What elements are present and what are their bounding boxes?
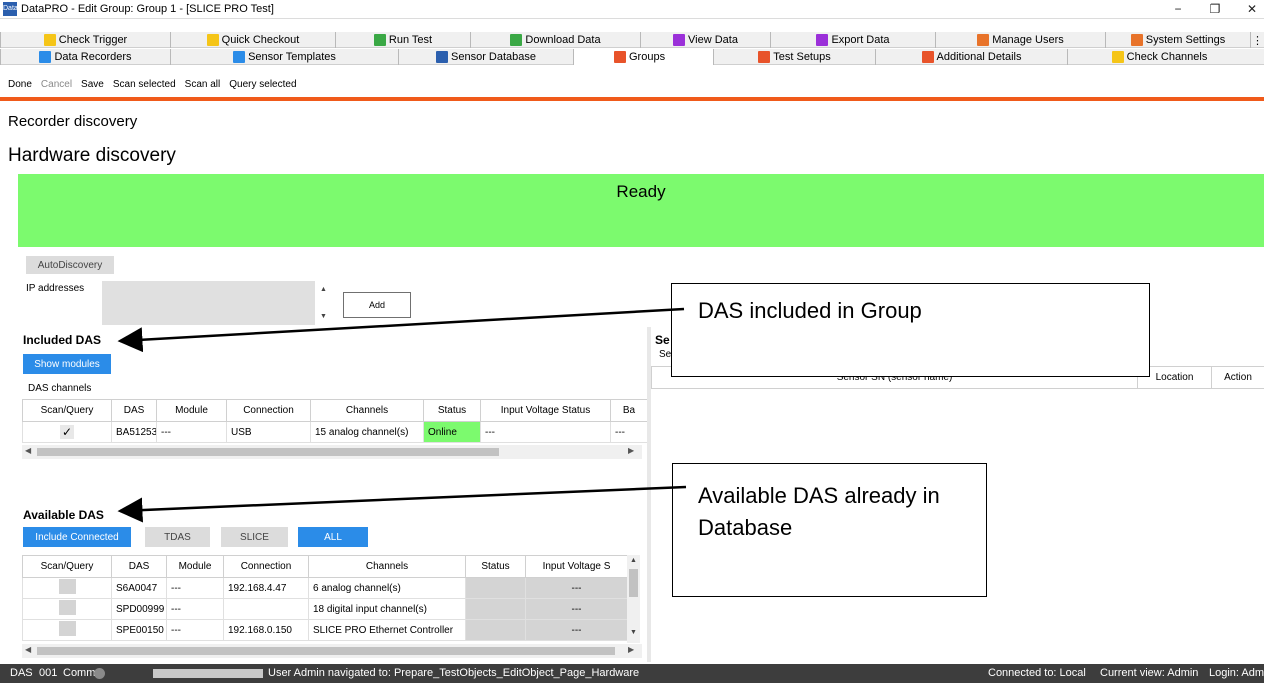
status-comm-label: Comm (63, 667, 96, 679)
login-info: Login: Adm (1209, 667, 1264, 679)
available-arrow (117, 485, 687, 523)
progress-bar (153, 669, 263, 678)
included-arrow (117, 307, 685, 353)
status-das-label: DAS (10, 667, 33, 679)
status-bar: DAS 001 Comm User Admin navigated to: Pr… (0, 664, 1264, 683)
status-message: User Admin navigated to: Prepare_TestObj… (268, 667, 640, 679)
callout-arrows (117, 307, 687, 523)
comm-indicator-icon (94, 668, 105, 679)
connected-to: Connected to: Local (988, 667, 1086, 679)
current-view: Current view: Admin (1100, 667, 1199, 679)
status-das-number: 001 (39, 667, 58, 679)
